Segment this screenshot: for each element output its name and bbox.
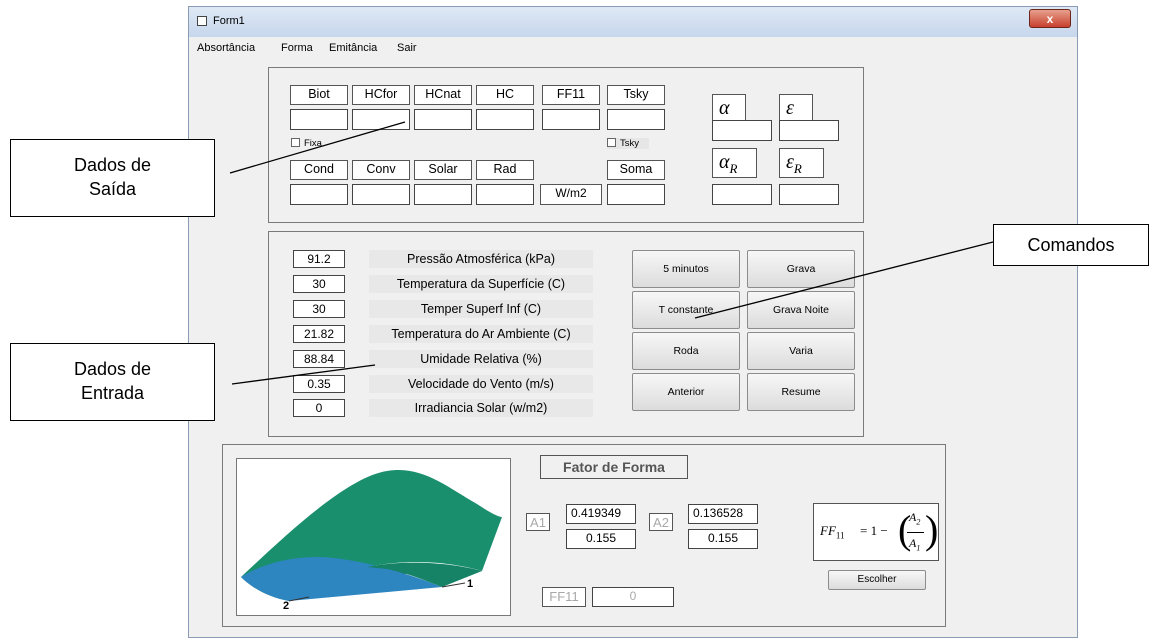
callout-lines: [229, 121, 994, 385]
